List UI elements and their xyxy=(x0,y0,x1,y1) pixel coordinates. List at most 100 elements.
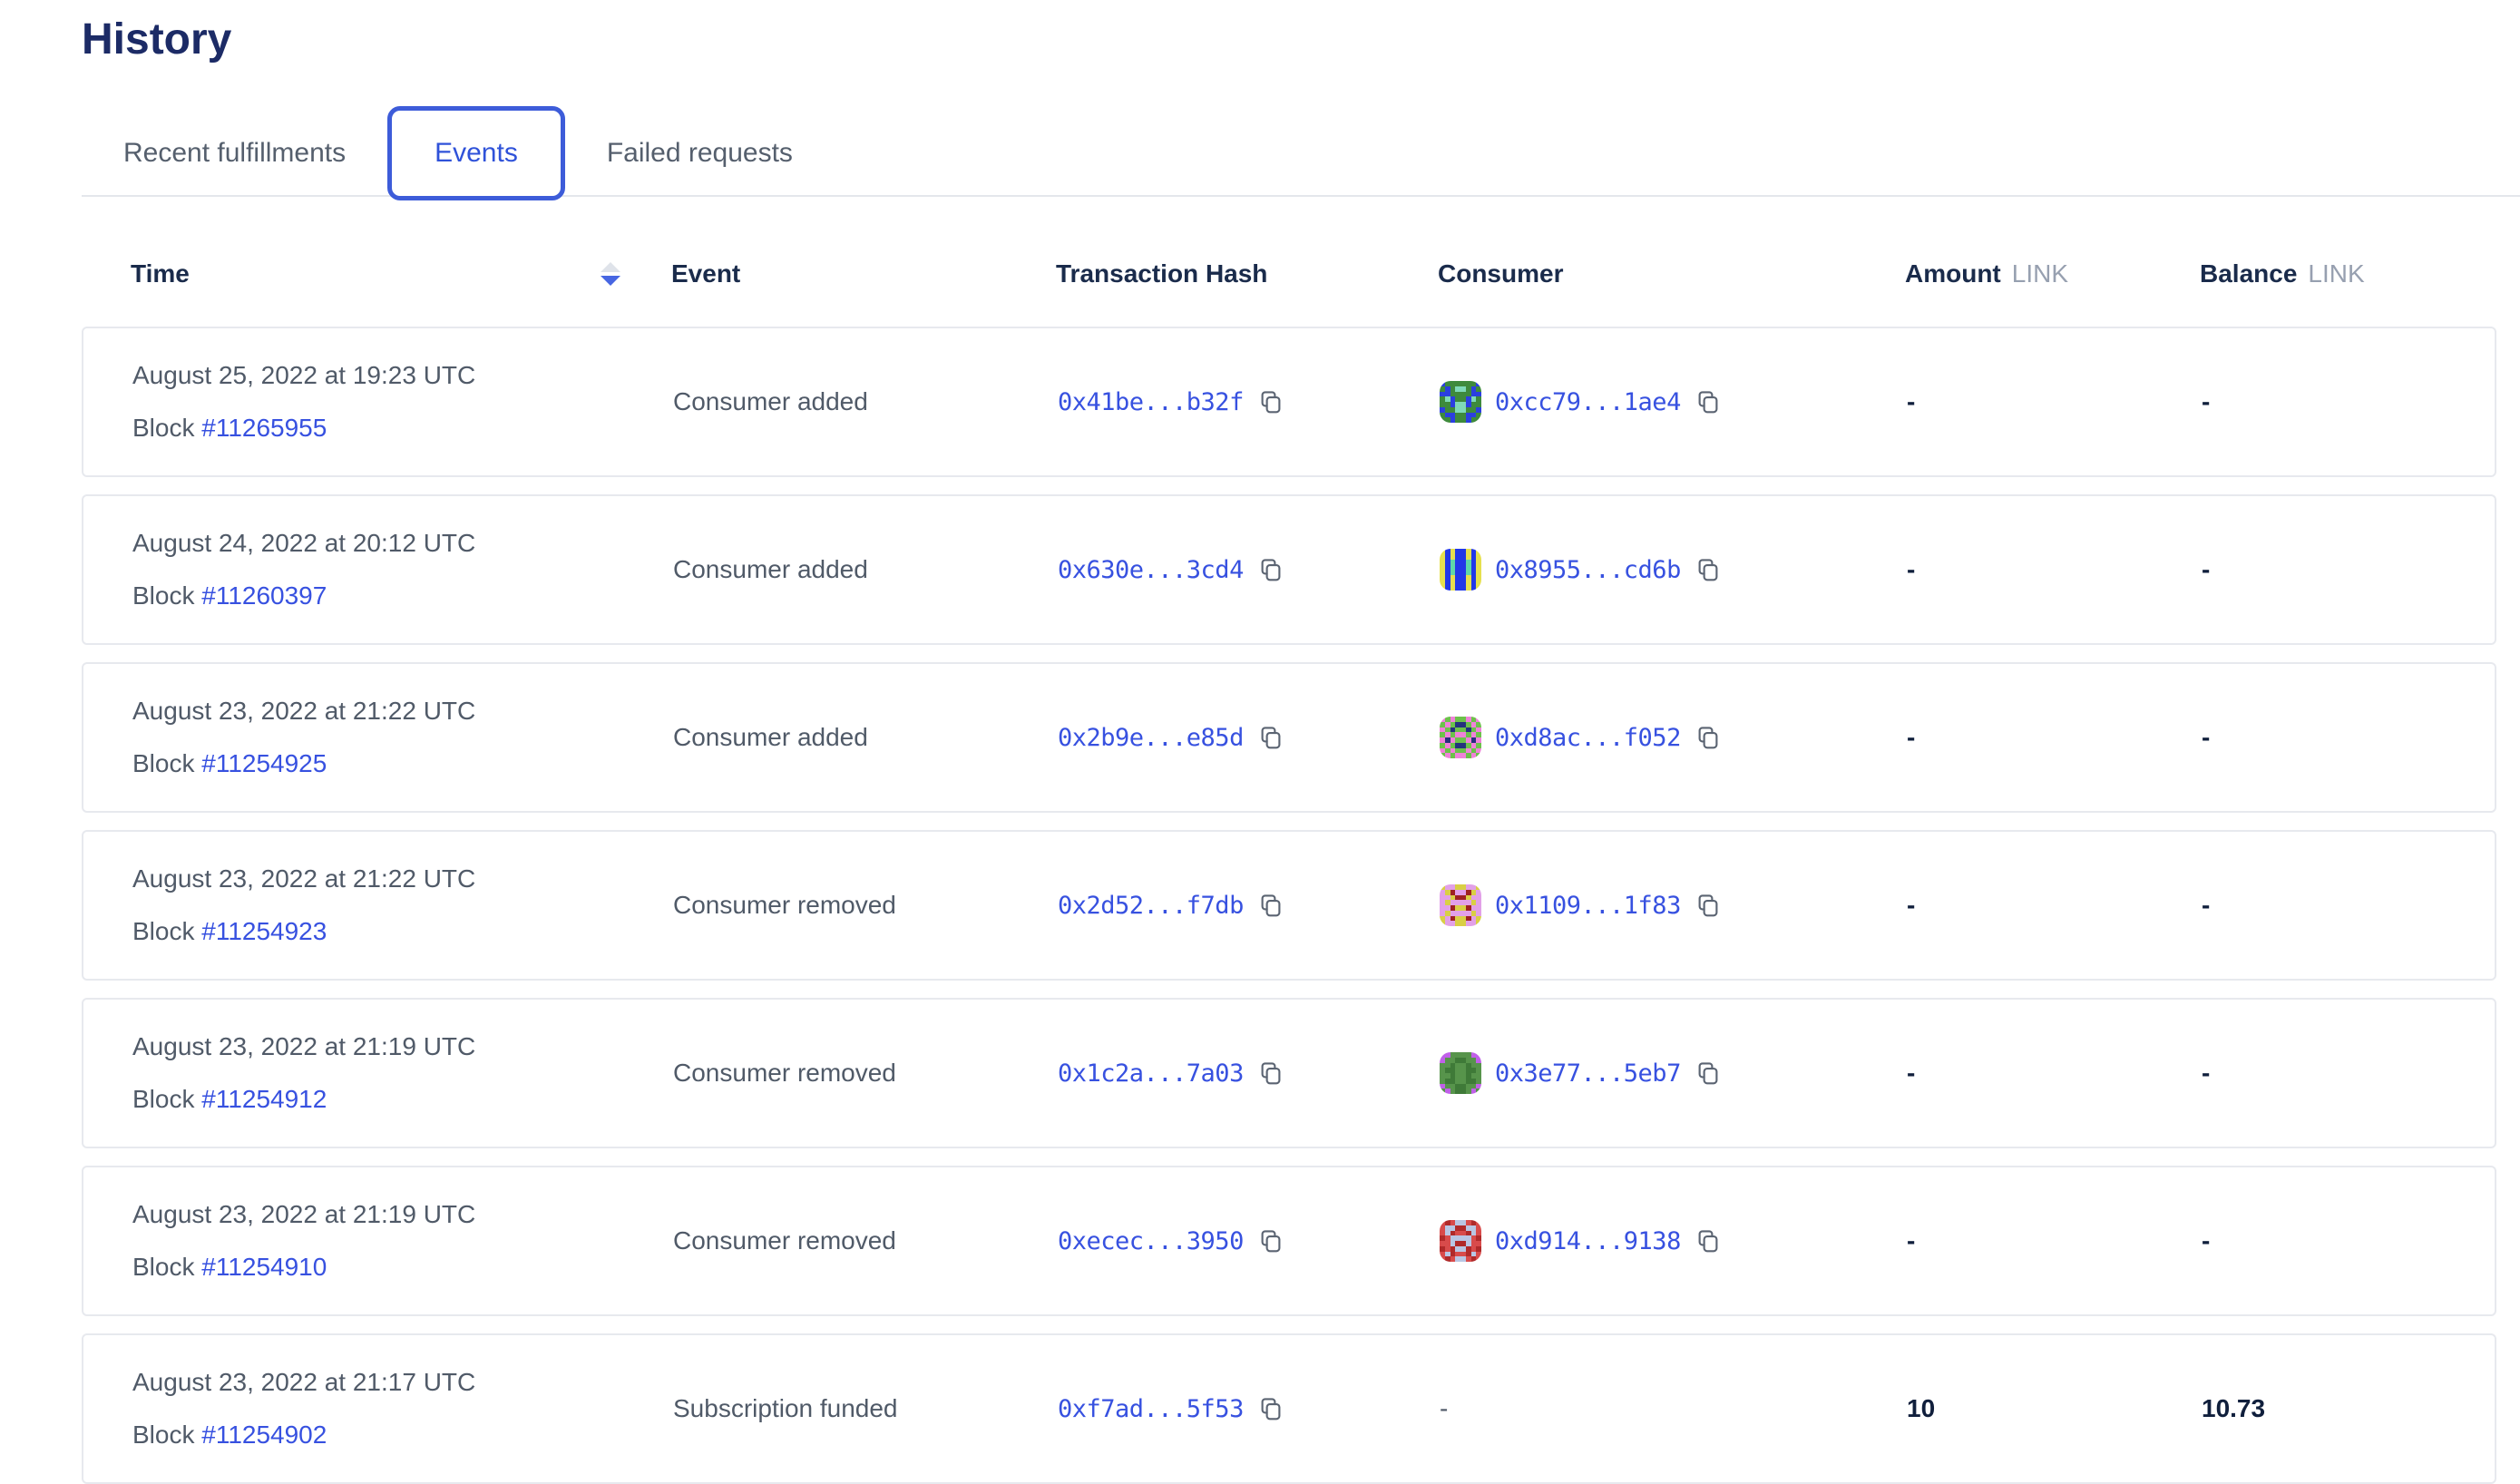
transaction-hash-link[interactable]: 0x2d52...f7db xyxy=(1058,892,1244,920)
tab-failed-requests[interactable]: Failed requests xyxy=(565,138,835,169)
cell-transaction-hash: 0x41be...b32f xyxy=(1058,388,1440,416)
cell-consumer: 0x8955...cd6b xyxy=(1440,549,1907,591)
row-timestamp: August 24, 2022 at 20:12 UTC xyxy=(132,529,673,558)
row-balance: 10.73 xyxy=(2202,1394,2495,1423)
row-event: Consumer added xyxy=(673,387,1058,416)
column-header-consumer[interactable]: Consumer xyxy=(1438,259,1905,288)
cell-transaction-hash: 0x2d52...f7db xyxy=(1058,892,1440,920)
row-timestamp: August 25, 2022 at 19:23 UTC xyxy=(132,361,673,390)
balance-value: 10.73 xyxy=(2202,1394,2265,1422)
cell-transaction-hash: 0x2b9e...e85d xyxy=(1058,724,1440,752)
cell-time: August 23, 2022 at 21:19 UTCBlock #11254… xyxy=(132,1032,673,1114)
row-block: Block #11254910 xyxy=(132,1253,673,1282)
copy-icon[interactable] xyxy=(1257,556,1284,583)
copy-icon[interactable] xyxy=(1257,388,1284,415)
balance-value: - xyxy=(2202,387,2210,415)
copy-icon[interactable] xyxy=(1257,1059,1284,1087)
block-number-link[interactable]: #11260397 xyxy=(201,581,327,610)
amount-value: - xyxy=(1907,387,1915,415)
copy-icon[interactable] xyxy=(1695,556,1722,583)
row-amount: - xyxy=(1907,1226,2202,1255)
row-balance: - xyxy=(2202,1059,2495,1088)
column-header-balance-unit: LINK xyxy=(2308,259,2364,288)
consumer-avatar xyxy=(1440,1220,1481,1262)
copy-icon[interactable] xyxy=(1695,388,1722,415)
block-label: Block xyxy=(132,1085,201,1113)
amount-value: - xyxy=(1907,1059,1915,1087)
tabs: Recent fulfillmentsEventsFailed requests xyxy=(82,106,835,200)
row-event: Consumer removed xyxy=(673,1226,1058,1255)
consumer-avatar xyxy=(1440,381,1481,423)
row-block: Block #11254912 xyxy=(132,1085,673,1114)
row-timestamp: August 23, 2022 at 21:22 UTC xyxy=(132,697,673,726)
transaction-hash-link[interactable]: 0x41be...b32f xyxy=(1058,388,1244,416)
copy-icon[interactable] xyxy=(1695,892,1722,919)
block-label: Block xyxy=(132,414,201,442)
block-number-link[interactable]: #11254912 xyxy=(201,1085,327,1113)
block-number-link[interactable]: #11254902 xyxy=(201,1421,327,1449)
row-timestamp: August 23, 2022 at 21:22 UTC xyxy=(132,864,673,893)
tabs-bar: Recent fulfillmentsEventsFailed requests xyxy=(82,98,2520,209)
block-label: Block xyxy=(132,581,201,610)
amount-value: - xyxy=(1907,891,1915,919)
amount-value: - xyxy=(1907,555,1915,583)
row-consumer-empty: - xyxy=(1440,1394,1448,1423)
table-row: August 23, 2022 at 21:19 UTCBlock #11254… xyxy=(82,998,2496,1148)
sort-descending-icon[interactable] xyxy=(601,262,620,286)
table-row: August 23, 2022 at 21:22 UTCBlock #11254… xyxy=(82,830,2496,981)
copy-icon[interactable] xyxy=(1695,1227,1722,1255)
transaction-hash-link[interactable]: 0x2b9e...e85d xyxy=(1058,724,1244,752)
consumer-address-link[interactable]: 0xcc79...1ae4 xyxy=(1495,388,1681,416)
row-amount: - xyxy=(1907,891,2202,920)
consumer-address-link[interactable]: 0xd914...9138 xyxy=(1495,1227,1681,1255)
column-header-time[interactable]: Time xyxy=(131,259,671,288)
cell-consumer: 0xd8ac...f052 xyxy=(1440,717,1907,758)
balance-value: - xyxy=(2202,1059,2210,1087)
block-number-link[interactable]: #11254923 xyxy=(201,917,327,945)
transaction-hash-link[interactable]: 0xf7ad...5f53 xyxy=(1058,1395,1244,1423)
row-block: Block #11254902 xyxy=(132,1421,673,1450)
row-timestamp: August 23, 2022 at 21:17 UTC xyxy=(132,1368,673,1397)
copy-icon[interactable] xyxy=(1695,724,1722,751)
amount-value: - xyxy=(1907,1226,1915,1255)
cell-consumer: 0xd914...9138 xyxy=(1440,1220,1907,1262)
sort-down-arrow-icon xyxy=(601,276,620,286)
copy-icon[interactable] xyxy=(1257,1227,1284,1255)
cell-consumer: 0xcc79...1ae4 xyxy=(1440,381,1907,423)
sort-up-arrow-icon xyxy=(601,262,620,272)
tab-events[interactable]: Events xyxy=(387,106,565,200)
tab-recent-fulfillments[interactable]: Recent fulfillments xyxy=(82,138,387,169)
amount-value: - xyxy=(1907,723,1915,751)
amount-value: 10 xyxy=(1907,1394,1935,1422)
copy-icon[interactable] xyxy=(1257,724,1284,751)
column-header-transaction-hash[interactable]: Transaction Hash xyxy=(1056,259,1438,288)
balance-value: - xyxy=(2202,555,2210,583)
column-header-balance[interactable]: Balance LINK xyxy=(2200,259,2496,288)
cell-time: August 23, 2022 at 21:22 UTCBlock #11254… xyxy=(132,864,673,946)
copy-icon[interactable] xyxy=(1695,1059,1722,1087)
block-number-link[interactable]: #11254910 xyxy=(201,1253,327,1281)
balance-value: - xyxy=(2202,1226,2210,1255)
block-label: Block xyxy=(132,1421,201,1449)
row-block: Block #11254925 xyxy=(132,749,673,778)
table-row: August 25, 2022 at 19:23 UTC Block #11265… xyxy=(82,327,2496,477)
consumer-address-link[interactable]: 0x1109...1f83 xyxy=(1495,892,1681,920)
block-number-link[interactable]: #11265955 xyxy=(201,414,327,442)
table-header-row: Time Event Transaction Hash Consumer Amo… xyxy=(82,245,2496,303)
cell-time: August 24, 2022 at 20:12 UTC Block #11260… xyxy=(132,529,673,610)
consumer-address-link[interactable]: 0x3e77...5eb7 xyxy=(1495,1059,1681,1088)
transaction-hash-link[interactable]: 0xecec...3950 xyxy=(1058,1227,1244,1255)
cell-time: August 25, 2022 at 19:23 UTC Block #11265… xyxy=(132,361,673,443)
transaction-hash-link[interactable]: 0x1c2a...7a03 xyxy=(1058,1059,1244,1088)
column-header-amount[interactable]: Amount LINK xyxy=(1905,259,2200,288)
column-header-event[interactable]: Event xyxy=(671,259,1056,288)
transaction-hash-link[interactable]: 0x630e...3cd4 xyxy=(1058,556,1244,584)
block-number-link[interactable]: #11254925 xyxy=(201,749,327,777)
copy-icon[interactable] xyxy=(1257,1395,1284,1422)
table-row: August 23, 2022 at 21:22 UTC Block #11254… xyxy=(82,662,2496,813)
consumer-address-link[interactable]: 0x8955...cd6b xyxy=(1495,556,1681,584)
consumer-address-link[interactable]: 0xd8ac...f052 xyxy=(1495,724,1681,752)
copy-icon[interactable] xyxy=(1257,892,1284,919)
cell-consumer: 0x3e77...5eb7 xyxy=(1440,1052,1907,1094)
row-event: Consumer added xyxy=(673,555,1058,584)
